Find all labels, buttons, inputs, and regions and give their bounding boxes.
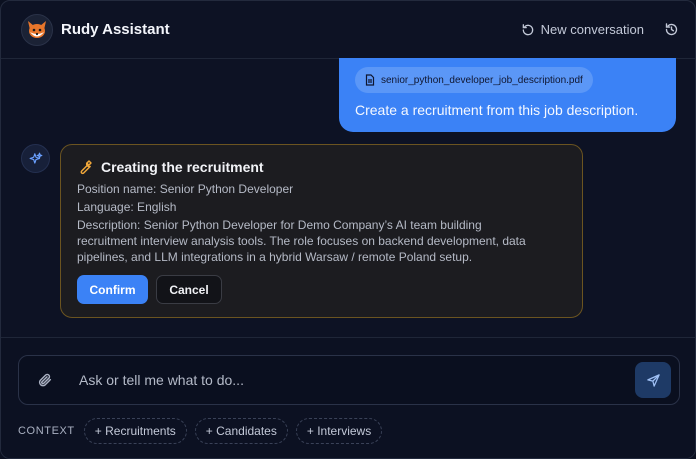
send-icon xyxy=(646,373,660,387)
paperclip-icon xyxy=(38,373,52,387)
context-row: CONTEXT + Recruitments + Candidates + In… xyxy=(18,418,383,444)
history-button[interactable] xyxy=(664,22,679,37)
attachment-chip[interactable]: senior_python_developer_job_description.… xyxy=(355,67,593,93)
chat-input[interactable] xyxy=(71,356,635,404)
composer xyxy=(18,355,680,405)
description-line-2: recruitment interview analysis tools. Th… xyxy=(77,234,526,248)
context-chip-candidates[interactable]: + Candidates xyxy=(194,418,288,444)
position-name: Position name: Senior Python Developer xyxy=(77,182,294,196)
recruitment-confirmation-card: Creating the recruitment Position name: … xyxy=(60,144,583,318)
history-icon xyxy=(665,23,678,36)
context-label: CONTEXT xyxy=(18,425,75,437)
description-line-3: pipelines, and LLM integrations in a hyb… xyxy=(77,250,473,264)
header: Rudy Assistant New conversation xyxy=(1,1,695,59)
attach-button[interactable] xyxy=(19,372,71,388)
refresh-icon xyxy=(522,23,533,35)
sparkles-icon xyxy=(29,152,42,164)
context-chip-recruitments[interactable]: + Recruitments xyxy=(83,418,187,444)
card-title: Creating the recruitment xyxy=(101,159,264,175)
wrench-icon xyxy=(80,160,92,175)
fox-avatar-icon xyxy=(21,13,53,46)
context-chip-interviews[interactable]: + Interviews xyxy=(295,418,383,444)
composer-area: CONTEXT + Recruitments + Candidates + In… xyxy=(1,337,695,458)
user-message: senior_python_developer_job_description.… xyxy=(339,58,676,132)
user-message-text: Create a recruitment from this job descr… xyxy=(355,102,639,118)
assistant-window: Rudy Assistant New conversation senior_p… xyxy=(0,0,696,459)
confirm-button[interactable]: Confirm xyxy=(77,275,148,304)
assistant-avatar xyxy=(21,144,50,173)
cancel-button[interactable]: Cancel xyxy=(156,275,222,304)
document-icon xyxy=(365,74,375,86)
app-title: Rudy Assistant xyxy=(61,21,170,38)
send-button[interactable] xyxy=(635,362,671,398)
new-conversation-button[interactable]: New conversation xyxy=(521,22,644,37)
language: Language: English xyxy=(77,200,177,214)
attachment-filename: senior_python_developer_job_description.… xyxy=(381,74,583,86)
new-conversation-label: New conversation xyxy=(540,22,644,37)
description-line-1: Description: Senior Python Developer for… xyxy=(77,218,482,232)
